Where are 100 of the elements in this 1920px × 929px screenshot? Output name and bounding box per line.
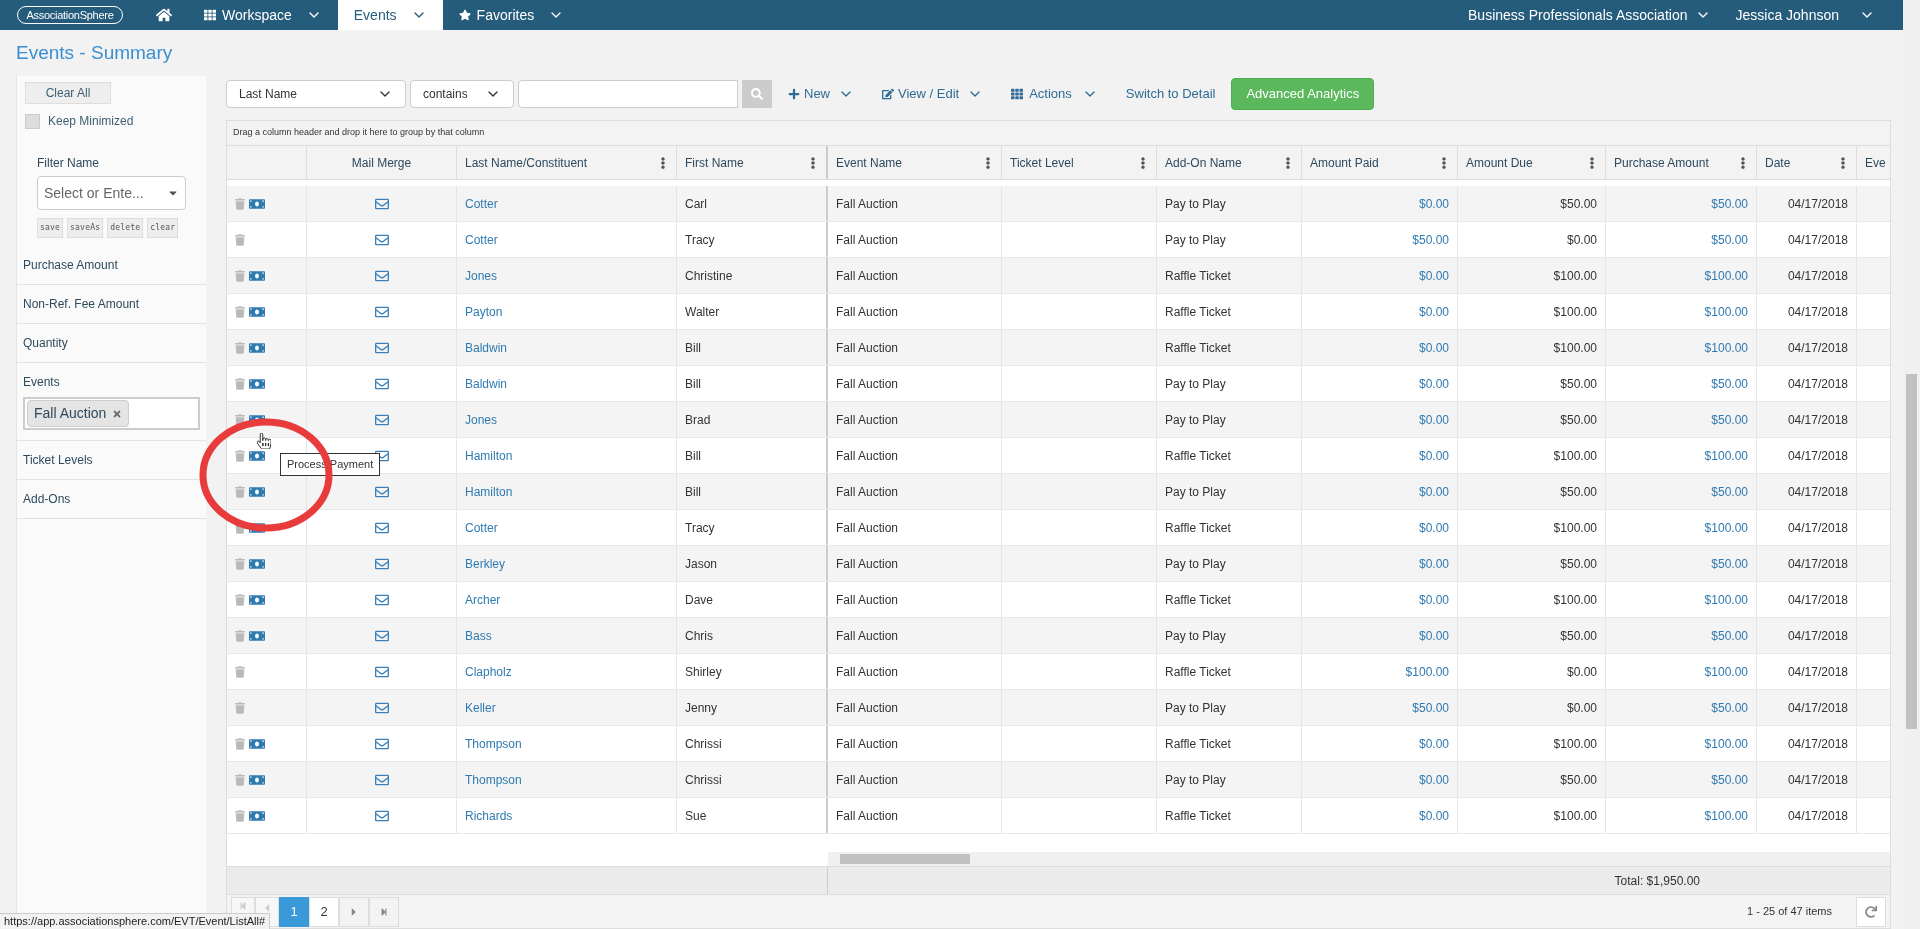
amount-link[interactable]: $0.00	[1418, 338, 1449, 357]
table-cell-text: Fall Auction	[836, 447, 899, 465]
amount-link[interactable]: $100.00	[1704, 734, 1748, 753]
amount-link[interactable]: $0.00	[1418, 806, 1449, 825]
amount-link[interactable]: $0.00	[1418, 302, 1449, 321]
table-cell-text: Brad	[685, 411, 711, 429]
constituent-link[interactable]: Archer	[465, 590, 501, 609]
column-header[interactable]: Mail Merge	[307, 146, 457, 179]
amount-link[interactable]: $50.00	[1711, 482, 1748, 501]
amount-link[interactable]: $100.00	[1704, 446, 1748, 465]
amount-link[interactable]: $100.00	[1704, 302, 1748, 321]
constituent-link[interactable]: Hamilton	[465, 446, 513, 465]
constituent-link[interactable]: Cotter	[465, 518, 498, 537]
amount-link[interactable]: $0.00	[1418, 626, 1449, 645]
total-amount: Total: $1,950.00	[1614, 872, 1700, 890]
multiselect-field[interactable]: Fall Auction	[23, 397, 200, 430]
amount-link[interactable]: $50.00	[1711, 554, 1748, 573]
filter-action-button[interactable]: delete	[107, 218, 144, 238]
amount-link[interactable]: $0.00	[1418, 518, 1449, 537]
amount-link[interactable]: $50.00	[1711, 410, 1748, 429]
amount-link[interactable]: $0.00	[1418, 482, 1449, 501]
amount-link[interactable]: $0.00	[1418, 266, 1449, 285]
constituent-link[interactable]: Thompson	[465, 734, 522, 753]
page-button[interactable]: 1	[279, 896, 309, 927]
filter-section[interactable]: Purchase Amount	[23, 256, 200, 274]
nav-tab[interactable]: Favorites	[442, 0, 581, 30]
column-select[interactable]: Last Name	[226, 80, 406, 108]
amount-link[interactable]: $100.00	[1704, 662, 1748, 681]
nav-tab[interactable]: Events	[337, 0, 443, 30]
amount-link[interactable]: $0.00	[1418, 446, 1449, 465]
constituent-link[interactable]: Jones	[465, 266, 498, 285]
amount-link[interactable]: $100.00	[1704, 806, 1748, 825]
filter-action-button[interactable]: saveAs	[67, 218, 104, 238]
column-header[interactable]: Eve	[1857, 146, 1890, 179]
amount-link[interactable]: $0.00	[1418, 374, 1449, 393]
advanced-analytics-button[interactable]: Advanced Analytics	[1231, 78, 1375, 110]
page-button[interactable]: 2	[309, 896, 339, 927]
actions-button[interactable]: Actions	[999, 84, 1110, 104]
amount-link[interactable]: $100.00	[1704, 590, 1748, 609]
table-cell-text: Pay to Play	[1165, 411, 1226, 429]
amount-link[interactable]: $100.00	[1704, 518, 1748, 537]
amount-link[interactable]: $0.00	[1418, 770, 1449, 789]
filter-section[interactable]: Add-Ons	[23, 490, 200, 508]
constituent-link[interactable]: Cotter	[465, 230, 498, 249]
column-header[interactable]: Last Name/Constituent	[457, 146, 677, 179]
amount-link[interactable]: $0.00	[1418, 194, 1449, 213]
amount-link[interactable]: $100.00	[1405, 662, 1449, 681]
column-header[interactable]: First Name	[677, 146, 828, 179]
amount-link[interactable]: $0.00	[1418, 590, 1449, 609]
nav-tab[interactable]: Workspace	[188, 0, 338, 30]
amount-link[interactable]: $0.00	[1418, 410, 1449, 429]
constituent-link[interactable]: Cotter	[465, 194, 498, 213]
column-header[interactable]: Ticket Level	[1002, 146, 1157, 179]
column-header[interactable]: Amount Paid	[1302, 146, 1458, 179]
constituent-link[interactable]: Payton	[465, 302, 503, 321]
column-header[interactable]: Add-On Name	[1157, 146, 1302, 179]
table-cell-text: Raffle Ticket	[1165, 807, 1231, 825]
amount-link[interactable]: $50.00	[1711, 230, 1748, 249]
new-button[interactable]: New	[776, 84, 866, 104]
amount-link[interactable]: $0.00	[1418, 734, 1449, 753]
column-header[interactable]: Amount Due	[1458, 146, 1606, 179]
constituent-link[interactable]: Hamilton	[465, 482, 513, 501]
constituent-link[interactable]: Jones	[465, 410, 498, 429]
amount-link[interactable]: $100.00	[1704, 266, 1748, 285]
amount-link[interactable]: $50.00	[1412, 230, 1449, 249]
operator-select[interactable]: contains	[410, 80, 514, 108]
filter-name-dropdown[interactable]: Select or Ente...	[37, 176, 186, 210]
constituent-link[interactable]: Baldwin	[465, 374, 508, 393]
column-header[interactable]: Date	[1757, 146, 1857, 179]
filter-section[interactable]: Quantity	[23, 334, 200, 352]
amount-link[interactable]: $0.00	[1418, 554, 1449, 573]
amount-link[interactable]: $50.00	[1711, 698, 1748, 717]
constituent-link[interactable]: Thompson	[465, 770, 522, 789]
constituent-link[interactable]: Berkley	[465, 554, 505, 573]
filter-section[interactable]: Ticket Levels	[23, 451, 200, 469]
constituent-link[interactable]: Baldwin	[465, 338, 508, 357]
filter-action-button[interactable]: clear	[147, 218, 179, 238]
user-menu[interactable]: Jessica Johnson	[1723, 4, 1887, 26]
constituent-link[interactable]: Keller	[465, 698, 496, 717]
view-edit-button[interactable]: View / Edit	[870, 84, 996, 104]
column-header[interactable]: Purchase Amount	[1606, 146, 1757, 179]
constituent-link[interactable]: Bass	[465, 626, 492, 645]
amount-link[interactable]: $50.00	[1711, 194, 1748, 213]
filter-chip[interactable]: Fall Auction	[27, 400, 130, 427]
constituent-link[interactable]: Clapholz	[465, 662, 512, 681]
amount-link[interactable]: $50.00	[1412, 698, 1449, 717]
organization-menu[interactable]: Business Professionals Association	[1456, 4, 1724, 26]
constituent-link[interactable]: Richards	[465, 806, 513, 825]
column-header[interactable]: Event Name	[828, 146, 1002, 179]
filter-section[interactable]: Events	[23, 373, 200, 391]
table-cell-text: Fall Auction	[836, 339, 899, 357]
filter-section[interactable]: Non-Ref. Fee Amount	[23, 295, 200, 313]
amount-link[interactable]: $50.00	[1711, 374, 1748, 393]
amount-link[interactable]: $50.00	[1711, 626, 1748, 645]
clear-all-button[interactable]: Clear All	[25, 82, 111, 104]
filter-action-button[interactable]: save	[37, 218, 64, 238]
amount-link[interactable]: $50.00	[1711, 770, 1748, 789]
table-cell-text: $50.00	[1560, 411, 1597, 429]
switch-to-detail-link[interactable]: Switch to Detail	[1113, 84, 1228, 104]
amount-link[interactable]: $100.00	[1704, 338, 1748, 357]
